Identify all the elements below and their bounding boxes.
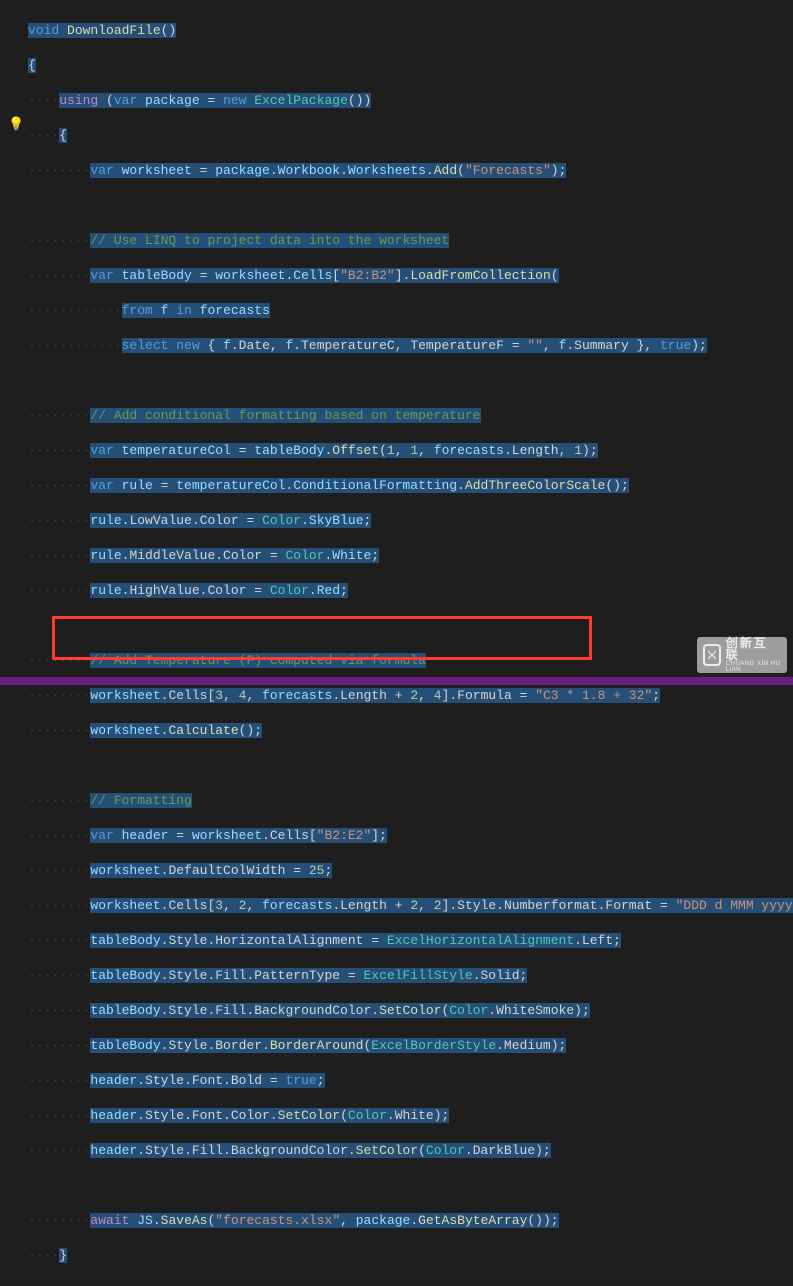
code-line: ········var worksheet = package.Workbook… (28, 162, 793, 180)
code-line: ········// Add conditional formatting ba… (28, 407, 793, 425)
lightbulb-icon[interactable]: 💡 (8, 116, 24, 134)
watermark-text-en: CHUANG XIN HU LIAN (726, 661, 781, 673)
code-line: ········header.Style.Font.Color.SetColor… (28, 1107, 793, 1125)
code-line: ····using (var package = new ExcelPackag… (28, 92, 793, 110)
code-line: ············select new { f.Date, f.Tempe… (28, 337, 793, 355)
code-line: ········tableBody.Style.Fill.PatternType… (28, 967, 793, 985)
code-line: ········var temperatureCol = tableBody.O… (28, 442, 793, 460)
code-line: ········worksheet.Calculate(); (28, 722, 793, 740)
code-line: ········worksheet.Cells[3, 2, forecasts.… (28, 897, 793, 915)
code-line: ········await JS.SaveAs("forecasts.xlsx"… (28, 1212, 793, 1230)
code-line: ········tableBody.Style.Border.BorderAro… (28, 1037, 793, 1055)
code-line: ········var tableBody = worksheet.Cells[… (28, 267, 793, 285)
code-editor[interactable]: void DownloadFile() { ····using (var pac… (0, 0, 793, 1286)
code-line: ········header.Style.Fill.BackgroundColo… (28, 1142, 793, 1160)
code-line: ····{ (28, 127, 793, 145)
code-line: ········// Use LINQ to project data into… (28, 232, 793, 250)
code-line: void DownloadFile() (28, 22, 793, 40)
code-line: ········rule.HighValue.Color = Color.Red… (28, 582, 793, 600)
code-line: ············from f in forecasts (28, 302, 793, 320)
code-line: ········rule.LowValue.Color = Color.SkyB… (28, 512, 793, 530)
code-line: ········var rule = temperatureCol.Condit… (28, 477, 793, 495)
code-line: ········var header = worksheet.Cells["B2… (28, 827, 793, 845)
code-line: ········header.Style.Font.Bold = true; (28, 1072, 793, 1090)
code-line: { (28, 57, 793, 75)
code-line: ········tableBody.Style.HorizontalAlignm… (28, 932, 793, 950)
code-line: ····} (28, 1247, 793, 1265)
code-line: ········worksheet.Cells[3, 4, forecasts.… (28, 687, 793, 705)
status-bar (0, 677, 793, 685)
watermark-text-zh: 创新互联 (726, 637, 781, 661)
code-line: ········tableBody.Style.Fill.BackgroundC… (28, 1002, 793, 1020)
watermark-badge: 创新互联 CHUANG XIN HU LIAN (697, 637, 787, 673)
code-line: ········worksheet.DefaultColWidth = 25; (28, 862, 793, 880)
code-line: ········// Formatting (28, 792, 793, 810)
code-line: ········// Add Temperature (F) computed … (28, 652, 793, 670)
watermark-logo-icon (703, 644, 721, 666)
code-line: ········rule.MiddleValue.Color = Color.W… (28, 547, 793, 565)
